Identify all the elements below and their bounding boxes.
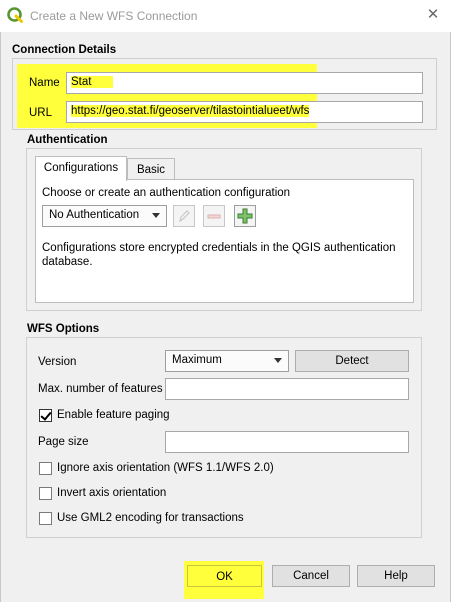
connection-details-heading: Connection Details [12,44,117,56]
help-button[interactable]: Help [357,565,435,587]
choose-config-text: Choose or create an authentication confi… [42,187,291,199]
window-title: Create a New WFS Connection [30,9,198,23]
chevron-down-icon [274,358,282,363]
chevron-down-icon [152,213,160,218]
edit-config-button[interactable] [173,205,195,227]
pencil-icon [179,210,190,223]
name-value: Stat [71,76,114,88]
max-features-field[interactable] [165,378,409,400]
version-value: Maximum [172,354,222,366]
tab-basic[interactable]: Basic [127,158,175,180]
ok-button[interactable]: OK [187,565,262,587]
ignore-axis-label: Ignore axis orientation (WFS 1.1/WFS 2.0… [57,462,274,474]
title-bar: Create a New WFS Connection ✕ [0,0,451,32]
url-field[interactable]: https://geo.stat.fi/geoserver/tilastoint… [66,101,423,123]
authentication-heading: Authentication [27,134,108,146]
invert-axis-checkbox[interactable] [39,487,52,500]
add-config-button[interactable] [234,205,256,227]
gml2-checkbox[interactable] [39,512,52,525]
remove-config-button[interactable] [203,205,225,227]
close-icon[interactable]: ✕ [424,6,442,24]
auth-info-text: Configurations store encrypted credentia… [42,242,396,268]
ignore-axis-checkbox[interactable] [39,462,52,475]
minus-icon [207,214,221,219]
cancel-button[interactable]: Cancel [272,565,350,587]
url-label: URL [29,107,53,119]
wfs-options-heading: WFS Options [27,323,100,335]
paging-checkbox[interactable] [39,409,52,422]
page-size-label: Page size [38,436,89,448]
detect-button[interactable]: Detect [295,350,409,372]
page-size-field[interactable] [165,431,409,453]
checkmark-icon [40,409,52,421]
paging-label: Enable feature paging [57,409,170,421]
version-select[interactable]: Maximum [165,350,289,372]
name-label: Name [29,77,60,89]
invert-axis-label: Invert axis orientation [57,487,167,499]
name-field[interactable]: Stat [66,72,423,94]
tab-configurations[interactable]: Configurations [35,156,127,181]
max-features-label: Max. number of features [38,383,163,395]
qgis-logo-icon [7,7,23,23]
auth-config-value: No Authentication [49,209,140,221]
version-label: Version [38,356,77,368]
auth-config-select[interactable]: No Authentication [42,205,167,227]
plus-icon [237,208,253,224]
gml2-label: Use GML2 encoding for transactions [57,512,244,524]
url-value: https://geo.stat.fi/geoserver/tilastoint… [71,105,310,117]
